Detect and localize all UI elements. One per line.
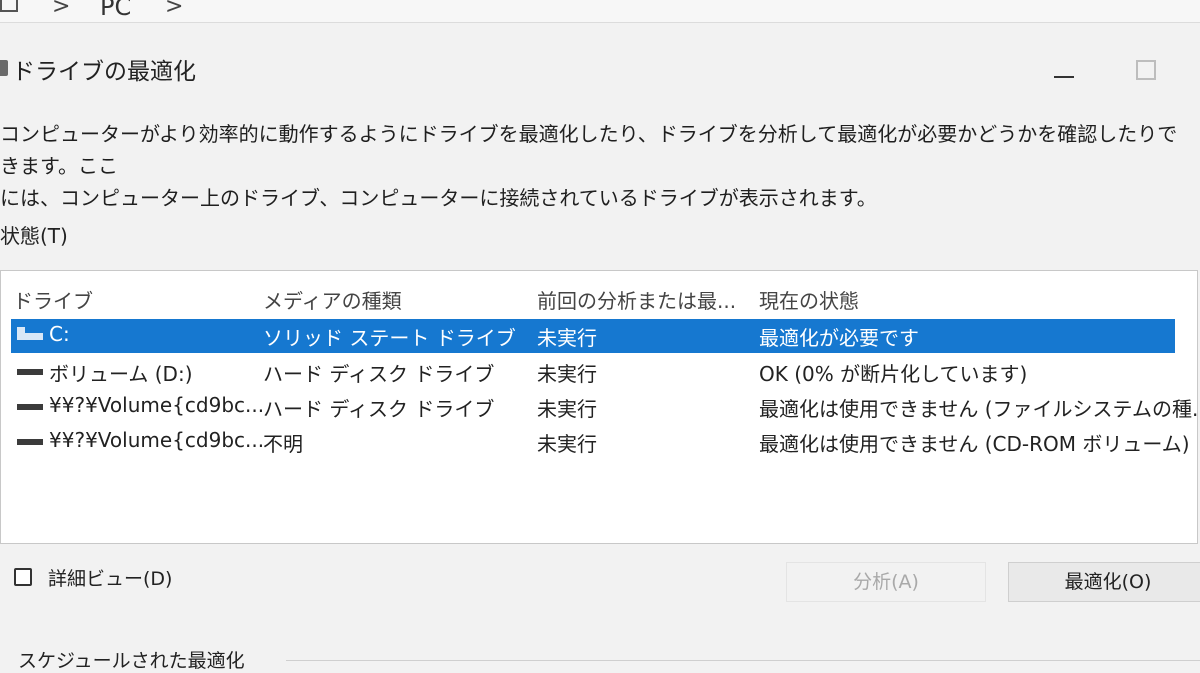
description-line-1: コンピューターがより効率的に動作するようにドライブを最適化したり、ドライブを分析… — [0, 122, 1178, 178]
drive-name: C: — [49, 322, 70, 346]
drive-name: ボリューム (D:) — [49, 362, 193, 386]
breadcrumb-pc[interactable]: PC — [100, 0, 131, 21]
drive-name: ¥¥?¥Volume{cd9bc... — [49, 428, 265, 452]
description-line-2: には、コンピューター上のドライブ、コンピューターに接続されているドライブが表示さ… — [0, 186, 877, 210]
column-header-media-type[interactable]: メディアの種類 — [263, 285, 402, 314]
last-run: 未実行 — [537, 362, 597, 386]
drive-name: ¥¥?¥Volume{cd9bc... — [49, 393, 265, 417]
last-run: 未実行 — [537, 326, 597, 350]
column-header-drive[interactable]: ドライブ — [13, 285, 93, 314]
detail-view-label[interactable]: 詳細ビュー(D) — [48, 564, 172, 591]
table-row[interactable]: ボリューム (D:) ハード ディスク ドライブ 未実行 OK (0% が断片化… — [11, 355, 1175, 389]
table-row[interactable]: ¥¥?¥Volume{cd9bc... ハード ディスク ドライブ 未実行 最適… — [11, 390, 1200, 424]
optimize-button[interactable]: 最適化(O) — [1008, 562, 1200, 602]
schedule-section-label: スケジュールされた最適化 — [18, 650, 245, 672]
section-divider — [286, 660, 1200, 661]
minimize-button[interactable] — [1052, 54, 1076, 80]
status-section-label: 状態(T) — [0, 224, 68, 248]
analyze-button[interactable]: 分析(A) — [786, 562, 986, 602]
drive-icon — [17, 369, 43, 375]
window-title: ドライブの最適化 — [12, 59, 196, 85]
media-type: ソリッド ステート ドライブ — [263, 326, 516, 350]
media-type: ハード ディスク ドライブ — [263, 362, 495, 386]
media-type: 不明 — [263, 432, 303, 456]
system-drive-icon — [17, 327, 43, 340]
defrag-icon — [0, 60, 8, 76]
table-row[interactable]: C: ソリッド ステート ドライブ 未実行 最適化が必要です — [11, 319, 1175, 353]
address-bar: > PC > — [0, 0, 1200, 23]
column-header-current-status[interactable]: 現在の状態 — [759, 285, 859, 314]
drive-icon — [17, 404, 43, 410]
table-row[interactable]: ¥¥?¥Volume{cd9bc... 不明 未実行 最適化は使用できません (… — [11, 425, 1190, 459]
drive-icon — [17, 439, 43, 445]
current-status: 最適化は使用できません (ファイルシステムの種... — [759, 397, 1200, 421]
description-text: コンピューターがより効率的に動作するようにドライブを最適化したり、ドライブを分析… — [0, 118, 1180, 214]
window-title-bar: ドライブの最適化 — [0, 48, 1200, 88]
column-header-last-run[interactable]: 前回の分析または最... — [537, 285, 736, 314]
current-status: OK (0% が断片化しています) — [759, 362, 1028, 386]
drive-list[interactable]: ドライブ メディアの種類 前回の分析または最... 現在の状態 C: ソリッド … — [0, 270, 1200, 544]
breadcrumb-separator: > — [52, 0, 71, 19]
last-run: 未実行 — [537, 432, 597, 456]
media-type: ハード ディスク ドライブ — [263, 397, 495, 421]
breadcrumb-separator[interactable]: > — [165, 0, 183, 19]
maximize-button[interactable] — [1136, 60, 1156, 80]
current-status: 最適化は使用できません (CD-ROM ボリューム) — [759, 432, 1190, 456]
last-run: 未実行 — [537, 397, 597, 421]
computer-icon[interactable] — [0, 0, 18, 12]
detail-view-checkbox[interactable] — [14, 568, 32, 586]
current-status: 最適化が必要です — [759, 326, 919, 350]
